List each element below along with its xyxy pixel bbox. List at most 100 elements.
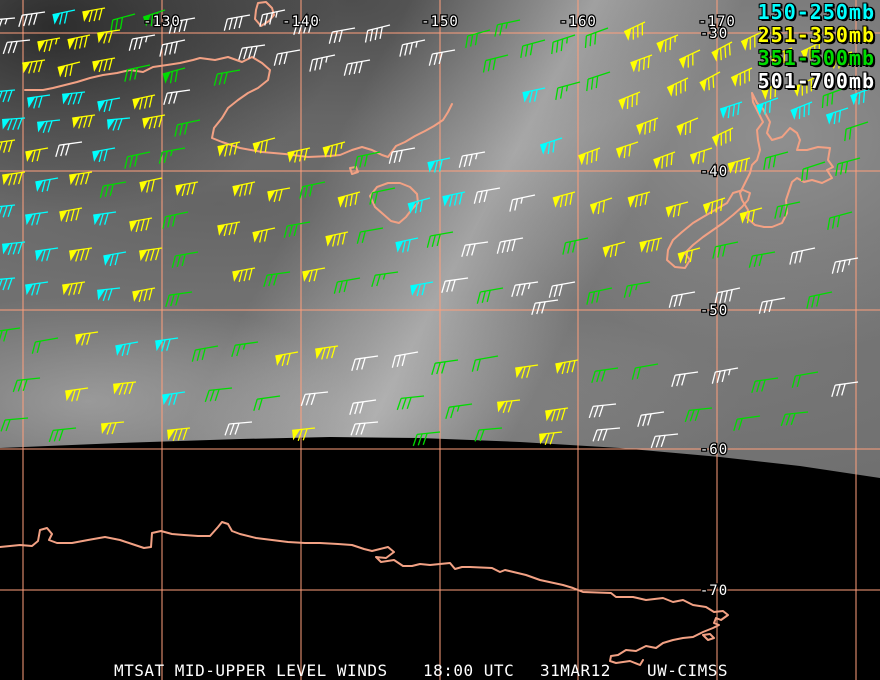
wind-barb-yellow: [113, 381, 137, 396]
wind-barb-cyan: [37, 119, 61, 134]
wind-barb-yellow: [252, 227, 276, 243]
latitude-label: -50: [700, 303, 728, 319]
legend-entry-white: 501-700mb: [757, 69, 875, 93]
caption-bar: MTSAT MID-UPPER LEVEL WINDS 18:00 UTC 31…: [0, 661, 880, 680]
wind-barb-yellow: [267, 187, 291, 203]
wind-barb-green: [162, 67, 186, 84]
legend-entry-green: 351-500mb: [757, 46, 875, 70]
wind-barb-yellow: [653, 151, 676, 170]
valid-time: 18:00 UTC: [423, 661, 515, 680]
product-title: MTSAT MID-UPPER LEVEL WINDS: [114, 661, 388, 680]
wind-barb-white: [592, 427, 621, 442]
credit-label: UW-CIMSS: [647, 661, 729, 680]
wind-barb-yellow: [132, 94, 156, 110]
wind-barb-yellow: [57, 61, 81, 78]
wind-barb-yellow: [69, 171, 93, 186]
wind-barb-green: [562, 237, 589, 255]
wind-barb-yellow: [589, 197, 613, 215]
wind-barb-yellow: [727, 157, 751, 174]
wind-barb-yellow: [602, 241, 626, 258]
map-overlay: -130 -140 -150 -160 -170-30-40-50-60-70: [0, 0, 880, 680]
wind-barb-yellow: [711, 41, 733, 62]
wind-barb-white: [2, 39, 31, 55]
wind-barb-green: [806, 291, 833, 309]
wind-barb-green: [31, 337, 59, 354]
latitude-label: -30: [700, 26, 728, 42]
wind-barb-yellow: [142, 114, 166, 130]
wind-barb-yellow: [217, 141, 241, 157]
wind-barb-white: [831, 381, 859, 397]
wind-barb-green: [763, 151, 789, 170]
wind-barb-cyan: [719, 101, 743, 119]
wind-barb-yellow: [555, 359, 579, 375]
wind-barb-white: [273, 49, 301, 66]
wind-barb-green: [124, 151, 151, 169]
wind-barb-yellow: [656, 34, 679, 53]
wind-barb-white: [349, 399, 377, 415]
wind-barb-yellow: [515, 364, 539, 379]
wind-barb-cyan: [107, 117, 131, 131]
wind-barb-yellow: [139, 177, 163, 193]
wind-barb-green: [371, 271, 399, 287]
wind-barb-green: [174, 119, 201, 137]
wind-barb-yellow: [639, 237, 663, 253]
wind-barb-cyan: [103, 251, 127, 267]
wind-barb-green: [631, 363, 659, 380]
wind-barb-green: [396, 395, 425, 411]
wind-barb-white: [309, 54, 336, 72]
wind-barb-green: [586, 71, 611, 92]
wind-barb-white: [224, 421, 253, 436]
wind-barb-yellow: [315, 345, 339, 360]
wind-barb-green: [551, 34, 576, 55]
wind-barb-yellow: [69, 247, 93, 262]
wind-barb-yellow: [167, 427, 191, 442]
wind-barb-green: [780, 411, 809, 427]
wind-barb-green: [474, 427, 503, 442]
wind-barb-green: [263, 271, 291, 287]
wind-barb-cyan: [97, 97, 121, 113]
wind-barb-cyan: [62, 91, 86, 106]
wind-barb-yellow: [689, 147, 713, 165]
wind-barb-white: [461, 241, 489, 257]
wind-barb-cyan: [92, 147, 116, 163]
wind-barb-yellow: [232, 181, 256, 197]
wind-barb-green: [191, 345, 219, 362]
wind-barb-white: [55, 141, 83, 157]
wind-barb-yellow: [677, 247, 701, 264]
wind-barb-yellow: [337, 191, 361, 208]
wind-barb-white: [128, 34, 156, 51]
wind-barb-green: [748, 251, 776, 268]
wind-barb-white: [364, 24, 391, 43]
wind-barb-cyan: [825, 107, 849, 125]
wind-barb-yellow: [711, 127, 734, 147]
wind-barb-white: [441, 277, 469, 293]
wind-barb-green: [494, 19, 521, 37]
longitude-label: -150: [421, 14, 459, 30]
wind-barb-yellow: [65, 387, 89, 402]
wind-barb-yellow: [665, 201, 689, 218]
wind-barb-yellow: [275, 351, 299, 367]
wind-barb-yellow: [730, 67, 753, 87]
wind-barb-cyan: [407, 197, 431, 214]
wind-barb-cyan: [539, 137, 563, 155]
wind-barb-green: [482, 54, 509, 73]
wind-barb-yellow: [678, 49, 701, 69]
wind-barb-cyan: [790, 101, 813, 120]
wind-barb-green: [299, 181, 326, 199]
wind-barb-cyan: [25, 211, 49, 226]
wind-barb-white: [831, 257, 859, 274]
wind-barb-green: [356, 227, 384, 244]
wind-barb-yellow: [578, 147, 601, 166]
latitude-label: -60: [700, 442, 728, 458]
wind-barb-cyan: [395, 237, 419, 253]
legend-entry-cyan: 150-250mb: [757, 0, 875, 24]
wind-barb-white: [428, 49, 456, 66]
wind-barb-yellow: [552, 191, 576, 208]
wind-barb-yellow: [37, 37, 61, 53]
longitude-label: -130: [143, 14, 181, 30]
wind-barb-cyan: [97, 287, 121, 302]
legend-entry-yellow: 251-350mb: [757, 23, 875, 47]
latitude-label: -40: [700, 164, 728, 180]
longitude-label: -160: [559, 14, 597, 30]
wind-barb-white: [18, 11, 46, 27]
